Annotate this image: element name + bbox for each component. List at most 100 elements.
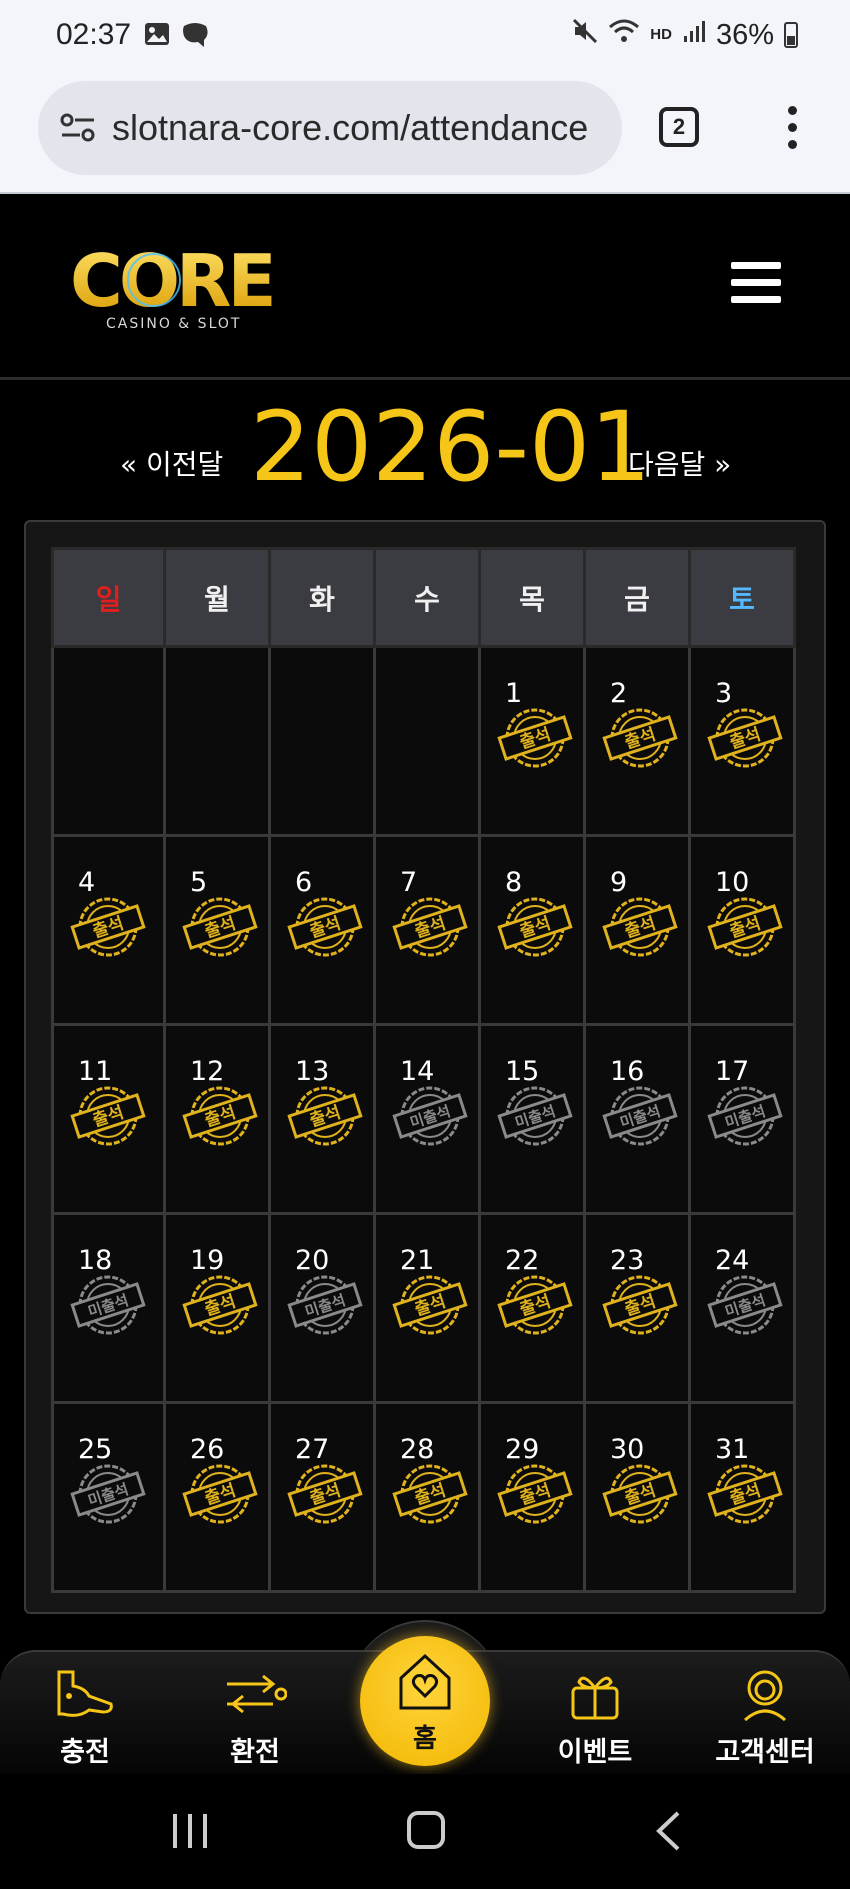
calendar-day-cell[interactable]: 7 출석	[373, 834, 481, 1026]
wifi-icon	[608, 18, 640, 52]
calendar-day-cell[interactable]: 28 출석	[373, 1401, 481, 1593]
calendar-day-cell[interactable]: 15 미출석	[478, 1023, 586, 1215]
back-icon[interactable]	[654, 1810, 682, 1856]
battery-percent: 36%	[715, 18, 774, 51]
nav-exchange-label: 환전	[230, 1737, 280, 1768]
nav-deposit-label: 충전	[60, 1737, 110, 1768]
calendar-day-cell[interactable]: 1 출석	[478, 645, 586, 837]
address-bar[interactable]: slotnara-core.com/attendance	[38, 81, 622, 175]
calendar-day-cell[interactable]: 6 출석	[268, 834, 376, 1026]
next-month-link[interactable]: 다음달 »	[628, 443, 731, 483]
site-header: CORE CASINO & SLOT	[0, 196, 850, 380]
calendar-day-cell[interactable]: 17 미출석	[688, 1023, 796, 1215]
nav-deposit[interactable]: 충전	[25, 1666, 145, 1769]
calendar-empty-cell	[373, 645, 481, 837]
nav-exchange[interactable]: 환전	[195, 1666, 315, 1769]
attended-stamp-icon: 출석	[182, 1464, 258, 1524]
calendar-day-cell[interactable]: 13 출석	[268, 1023, 376, 1215]
calendar-day-cell[interactable]: 14 미출석	[373, 1023, 481, 1215]
day-number: 28	[400, 1434, 435, 1465]
attended-stamp-icon: 출석	[707, 708, 783, 768]
calendar-day-cell[interactable]: 2 출석	[583, 645, 691, 837]
day-number: 26	[190, 1434, 225, 1465]
month-title: 2026-01	[250, 391, 652, 503]
home-circle-icon[interactable]	[406, 1810, 446, 1854]
calendar-day-cell[interactable]: 27 출석	[268, 1401, 376, 1593]
day-number: 5	[190, 867, 208, 898]
calendar-day-cell[interactable]: 16 미출석	[583, 1023, 691, 1215]
status-time: 02:37	[56, 18, 132, 51]
calendar-day-cell[interactable]: 8 출석	[478, 834, 586, 1026]
weekday-sat: 토	[688, 547, 796, 648]
calendar-day-cell[interactable]: 5 출석	[163, 834, 271, 1026]
day-number: 20	[295, 1245, 330, 1276]
home-label: 홈	[413, 1724, 437, 1754]
attended-stamp-icon: 출석	[707, 897, 783, 957]
day-number: 24	[715, 1245, 750, 1276]
day-number: 3	[715, 678, 733, 709]
calendar-day-cell[interactable]: 26 출석	[163, 1401, 271, 1593]
calendar-table: 일 월 화 수 목 금 토 1 출석 2 출석 3 출석 4 출석 5 출석 6 출석 7 출석 8 출석 9 출…	[51, 547, 796, 1593]
tab-switcher-button[interactable]: 2	[659, 107, 699, 147]
day-number: 12	[190, 1056, 225, 1087]
calendar-day-cell[interactable]: 30 출석	[583, 1401, 691, 1593]
weekday-thu: 목	[478, 547, 586, 648]
battery-icon	[784, 22, 798, 48]
calendar-day-cell[interactable]: 11 출석	[51, 1023, 166, 1215]
calendar-day-cell[interactable]: 18 미출석	[51, 1212, 166, 1404]
attended-stamp-icon: 출석	[602, 1275, 678, 1335]
more-menu-icon[interactable]	[786, 106, 798, 150]
weekday-header-row: 일 월 화 수 목 금 토	[51, 547, 796, 648]
calendar-day-cell[interactable]: 29 출석	[478, 1401, 586, 1593]
attended-stamp-icon: 출석	[182, 1086, 258, 1146]
url-text[interactable]: slotnara-core.com/attendance	[112, 107, 612, 149]
weekday-sun: 일	[51, 547, 166, 648]
attended-stamp-icon: 출석	[602, 897, 678, 957]
home-button[interactable]: 홈	[360, 1636, 490, 1766]
day-number: 27	[295, 1434, 330, 1465]
calendar-day-cell[interactable]: 4 출석	[51, 834, 166, 1026]
core-logo[interactable]: CORE CASINO & SLOT	[70, 239, 290, 336]
weekday-tue: 화	[268, 547, 376, 648]
attended-stamp-icon: 출석	[392, 1464, 468, 1524]
day-number: 30	[610, 1434, 645, 1465]
browser-toolbar: slotnara-core.com/attendance 2	[0, 76, 850, 194]
attended-stamp-icon: 출석	[392, 1275, 468, 1335]
calendar-day-cell[interactable]: 3 출석	[688, 645, 796, 837]
calendar-body: 1 출석 2 출석 3 출석 4 출석 5 출석 6 출석 7 출석 8 출석 9 출석 10 출석 11 출석 12 출석 1…	[51, 645, 796, 1593]
day-number: 14	[400, 1056, 435, 1087]
calendar-empty-cell	[268, 645, 376, 837]
day-number: 23	[610, 1245, 645, 1276]
calendar-day-cell[interactable]: 24 미출석	[688, 1212, 796, 1404]
hamburger-menu-icon[interactable]	[731, 262, 781, 304]
site-settings-icon[interactable]	[60, 113, 96, 147]
calendar-day-cell[interactable]: 23 출석	[583, 1212, 691, 1404]
logo-text: CORE	[70, 244, 273, 323]
calendar-day-cell[interactable]: 9 출석	[583, 834, 691, 1026]
calendar-day-cell[interactable]: 22 출석	[478, 1212, 586, 1404]
nav-support[interactable]: 고객센터	[705, 1666, 825, 1769]
calendar-day-cell[interactable]: 20 미출석	[268, 1212, 376, 1404]
calendar-day-cell[interactable]: 12 출석	[163, 1023, 271, 1215]
day-number: 18	[78, 1245, 113, 1276]
attended-stamp-icon: 출석	[602, 708, 678, 768]
calendar-day-cell[interactable]: 31 출석	[688, 1401, 796, 1593]
calendar-empty-cell	[163, 645, 271, 837]
attended-stamp-icon: 출석	[287, 1086, 363, 1146]
android-nav-bar	[0, 1774, 850, 1889]
missed-stamp-icon: 미출석	[392, 1086, 468, 1146]
missed-stamp-icon: 미출석	[70, 1275, 146, 1335]
calendar-day-cell[interactable]: 19 출석	[163, 1212, 271, 1404]
prev-month-link[interactable]: « 이전달	[120, 443, 223, 483]
calendar-week-row: 25 미출석 26 출석 27 출석 28 출석 29 출석 30 출석 31 출석	[51, 1401, 796, 1593]
deposit-icon	[53, 1670, 117, 1726]
calendar-day-cell[interactable]: 21 출석	[373, 1212, 481, 1404]
missed-stamp-icon: 미출석	[602, 1086, 678, 1146]
attended-stamp-icon: 출석	[602, 1464, 678, 1524]
nav-event[interactable]: 이벤트	[535, 1666, 655, 1769]
calendar-day-cell[interactable]: 10 출석	[688, 834, 796, 1026]
attendance-calendar: 일 월 화 수 목 금 토 1 출석 2 출석 3 출석 4 출석 5 출석 6 출석 7 출석 8 출석 9 출…	[24, 520, 826, 1614]
calendar-day-cell[interactable]: 25 미출석	[51, 1401, 166, 1593]
headset-icon	[733, 1670, 797, 1726]
recent-apps-icon[interactable]	[170, 1812, 210, 1854]
